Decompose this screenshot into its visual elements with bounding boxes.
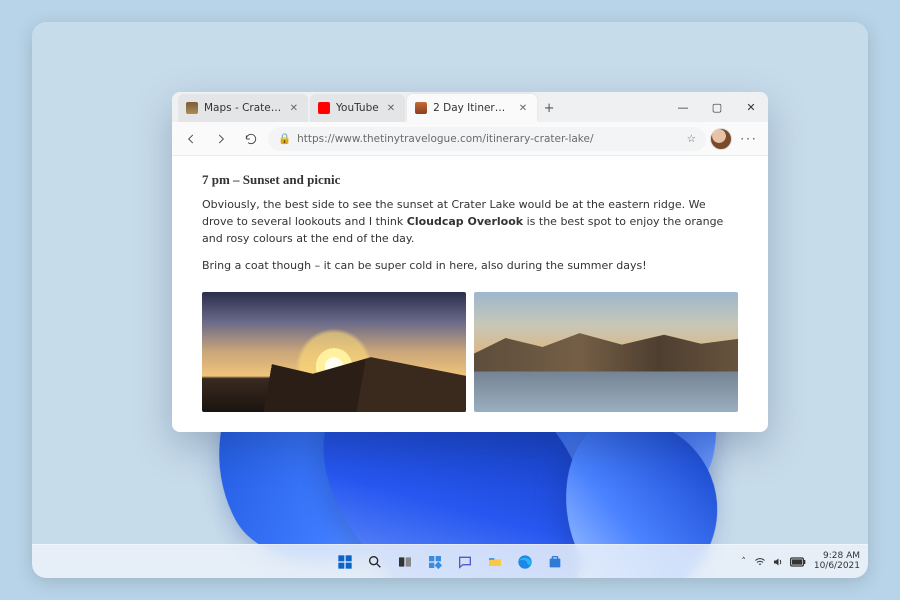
article-heading: 7 pm – Sunset and picnic <box>202 170 738 190</box>
tab-youtube[interactable]: YouTube ✕ <box>310 94 405 122</box>
tab-label: Maps - Crater Lake <box>204 102 282 114</box>
date-text: 10/6/2021 <box>814 562 860 571</box>
favicon-itinerary <box>415 102 427 114</box>
system-tray: ˄ 9:28 AM 10/6/2021 <box>741 552 860 571</box>
browser-window: Maps - Crater Lake ✕ YouTube ✕ 2 Day Iti… <box>172 92 768 432</box>
favicon-youtube <box>318 102 330 114</box>
settings-menu-button[interactable]: ··· <box>736 126 762 152</box>
desktop: Maps - Crater Lake ✕ YouTube ✕ 2 Day Iti… <box>32 22 868 578</box>
close-window-button[interactable]: ✕ <box>734 92 768 122</box>
chat-button[interactable] <box>454 551 476 573</box>
forward-button[interactable] <box>208 126 234 152</box>
refresh-button[interactable] <box>238 126 264 152</box>
widgets-button[interactable] <box>424 551 446 573</box>
back-button[interactable] <box>178 126 204 152</box>
tray-status-icons[interactable] <box>754 556 806 568</box>
favorite-star-icon[interactable]: ☆ <box>687 133 696 145</box>
store-button[interactable] <box>544 551 566 573</box>
tab-itinerary[interactable]: 2 Day Itinerary ✕ <box>407 94 537 122</box>
taskbar-center <box>334 551 566 573</box>
lock-icon: 🔒 <box>278 132 291 145</box>
file-explorer-button[interactable] <box>484 551 506 573</box>
tray-chevron-icon[interactable]: ˄ <box>741 557 746 567</box>
browser-toolbar: 🔒 https://www.thetinytravelogue.com/itin… <box>172 122 768 156</box>
minimize-button[interactable]: — <box>666 92 700 122</box>
volume-icon <box>772 556 784 568</box>
article-paragraph-1: Obviously, the best side to see the suns… <box>202 196 738 247</box>
favicon-nps <box>186 102 198 114</box>
wifi-icon <box>754 556 766 568</box>
search-button[interactable] <box>364 551 386 573</box>
photo-sunset[interactable] <box>202 292 466 412</box>
edge-browser-button[interactable] <box>514 551 536 573</box>
maximize-button[interactable]: ▢ <box>700 92 734 122</box>
tab-label: 2 Day Itinerary <box>433 102 511 114</box>
profile-avatar[interactable] <box>710 128 732 150</box>
tab-strip: Maps - Crater Lake ✕ YouTube ✕ 2 Day Iti… <box>178 94 666 122</box>
photo-cliffs[interactable] <box>474 292 738 412</box>
tab-label: YouTube <box>336 102 379 114</box>
page-content[interactable]: 7 pm – Sunset and picnic Obviously, the … <box>172 156 768 432</box>
titlebar[interactable]: Maps - Crater Lake ✕ YouTube ✕ 2 Day Iti… <box>172 92 768 122</box>
window-controls: — ▢ ✕ <box>666 92 768 122</box>
clock[interactable]: 9:28 AM 10/6/2021 <box>814 552 860 571</box>
photo-row <box>202 292 738 412</box>
tab-maps[interactable]: Maps - Crater Lake ✕ <box>178 94 308 122</box>
article-paragraph-2: Bring a coat though – it can be super co… <box>202 257 738 274</box>
battery-icon <box>790 557 806 567</box>
taskbar: ˄ 9:28 AM 10/6/2021 <box>32 544 868 578</box>
start-button[interactable] <box>334 551 356 573</box>
close-tab-icon[interactable]: ✕ <box>517 103 529 114</box>
close-tab-icon[interactable]: ✕ <box>385 103 397 114</box>
close-tab-icon[interactable]: ✕ <box>288 103 300 114</box>
url-text: https://www.thetinytravelogue.com/itiner… <box>297 133 681 145</box>
new-tab-button[interactable]: + <box>537 94 561 122</box>
task-view-button[interactable] <box>394 551 416 573</box>
address-bar[interactable]: 🔒 https://www.thetinytravelogue.com/itin… <box>268 127 706 151</box>
